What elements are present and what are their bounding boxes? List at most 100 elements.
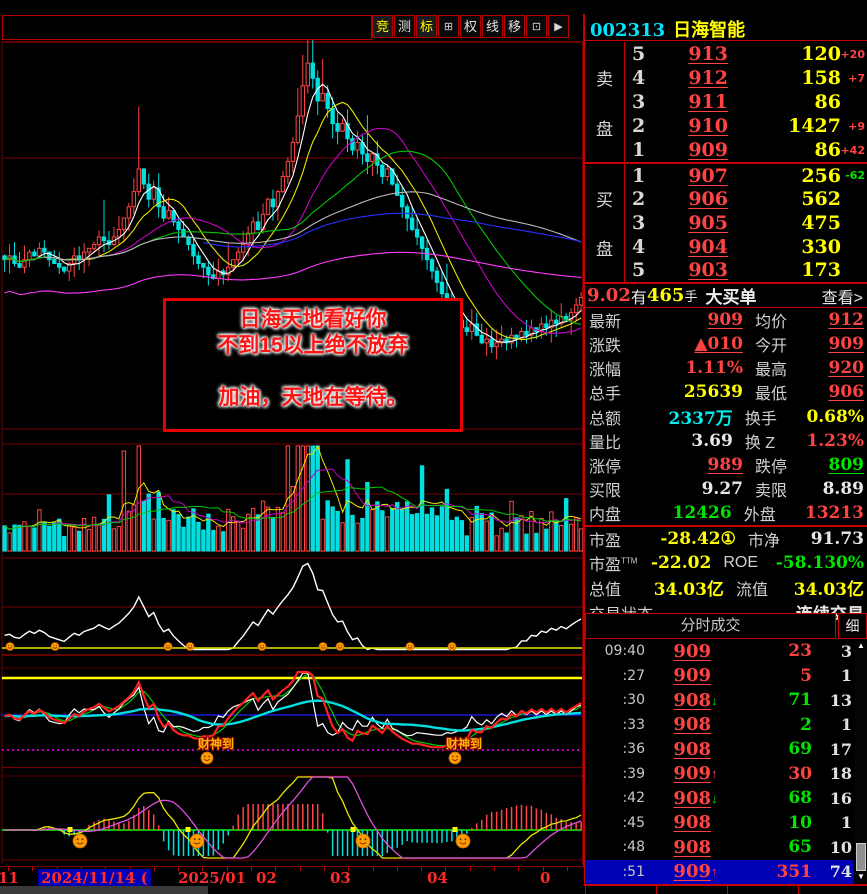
stats-panel: 最新 909 均价 912 涨跌 ▲010 今开 909 涨幅 1.11% 最高 920 总手 25639… (585, 308, 867, 625)
order-book-row[interactable]: 1 909 86 +42 (626, 138, 867, 162)
stock-title: 002313 日海智能 (590, 16, 745, 41)
tape-time: 09:40 (604, 643, 645, 660)
order-book-row[interactable]: 2 910 1427 +9 (626, 114, 867, 138)
kline-chart-area[interactable]: 财神到 财神到 日海天地看好你 不到15以上绝不放弃 加油，天地在等待。 (0, 0, 584, 866)
tape-price: 908 (673, 689, 711, 711)
play-icon[interactable]: ▶ (548, 15, 569, 38)
annotation-line: 不到15以上绝不放弃 (217, 334, 409, 357)
tape-count: 18 (829, 764, 852, 784)
sell-side-label: 卖盘 (585, 42, 625, 162)
kline-chart-svg[interactable]: 财神到 财神到 (0, 0, 584, 866)
stats-row: 涨幅 1.11% 最高 920 (585, 356, 867, 380)
scroll-up-icon[interactable]: ▲ (855, 640, 867, 652)
time-sales-row[interactable]: :48 908 65 10 (585, 835, 854, 860)
level-number: 4 (632, 67, 646, 89)
axis-label: 0 (540, 869, 551, 887)
tape-volume: 2 (800, 714, 812, 735)
btn-mark[interactable]: 标 (416, 15, 437, 38)
tape-count: 1 (840, 715, 852, 735)
stats-row: 涨跌 ▲010 今开 909 (585, 332, 867, 356)
sell-order-book: 卖盘 5 913 120 +20 4 912 158 +7 3 911 86 2 910 1427 +9 1 9… (585, 42, 867, 164)
time-sales-row[interactable]: :42 908 ↓ 68 16 (585, 786, 854, 811)
stat-value: 34.03亿 (653, 580, 724, 600)
tape-time: :39 (622, 765, 645, 782)
big-buy-order-bar: 9.02 有 465 手 大买单 查看> (585, 284, 867, 309)
stat-value: -22.02 (651, 553, 712, 573)
tape-volume: 71 (788, 690, 812, 711)
time-sales-row[interactable]: :27 909 5 1 (585, 664, 854, 689)
btn-rights[interactable]: 权 (460, 15, 481, 38)
level-price: 903 (688, 259, 728, 282)
time-sales-row[interactable]: :36 908 69 17 (585, 737, 854, 762)
bottom-strip-cell (798, 886, 867, 894)
order-book-row[interactable]: 3 905 475 (626, 211, 867, 235)
stat-value: 2337万 (668, 409, 733, 429)
tape-volume: 23 (788, 641, 812, 662)
time-sales-row[interactable]: 09:40 909 23 3 (585, 639, 854, 664)
stat-value: 809 (828, 455, 865, 475)
time-sales-row[interactable]: :30 908 ↓ 71 13 (585, 688, 854, 713)
stats-row: 买限 9.27 卖限 8.89 (585, 477, 867, 501)
axis-tick (323, 867, 325, 871)
tape-count: 3 (840, 641, 852, 661)
stats-row: 量比 3.69 换 Z 1.23% (585, 429, 867, 453)
stat-label: 涨停 (589, 459, 622, 476)
tape-price: 909 (673, 640, 711, 662)
chart-annotation-box[interactable]: 日海天地看好你 不到15以上绝不放弃 加油，天地在等待。 (163, 298, 463, 432)
stat-label: 市净 (747, 533, 780, 550)
tape-detail-button[interactable]: 细 (838, 613, 867, 639)
window-icon[interactable]: ⊡ (526, 15, 547, 38)
stat-label: 卖限 (755, 483, 788, 500)
stat-value: 912 (828, 310, 865, 330)
order-book-row[interactable]: 3 911 86 (626, 90, 867, 114)
stat-label: 流值 (735, 581, 768, 599)
toolbar-empty-field (2, 15, 372, 40)
btn-auction[interactable]: 竞 (372, 15, 393, 38)
stats-row: 内盘 12426 外盘 13213 (585, 501, 867, 527)
stat-label: 总额 (589, 410, 622, 428)
stat-value: 1.23% (806, 431, 864, 451)
view-link[interactable]: 查看> (822, 284, 863, 308)
order-book-row[interactable]: 5 903 173 (626, 258, 867, 282)
order-book-row[interactable]: 1 907 256 -62 (626, 164, 867, 188)
order-book-row[interactable]: 4 912 158 +7 (626, 66, 867, 90)
tape-price: 908 (673, 836, 711, 858)
arrow-down-icon: ↓ (711, 790, 718, 806)
btn-move[interactable]: 移 (504, 15, 525, 38)
btn-lines[interactable]: 线 (482, 15, 503, 38)
order-book-row[interactable]: 4 904 330 (626, 235, 867, 259)
btn-measure[interactable]: 测 (394, 15, 415, 38)
tape-price: 908 (673, 787, 711, 809)
tape-scrollbar[interactable]: ▲ ▼ (855, 640, 867, 883)
time-sales-row[interactable]: :33 908 2 1 (585, 713, 854, 738)
scroll-down-icon[interactable]: ▼ (855, 871, 867, 883)
time-sales-row[interactable]: :45 908 10 1 (585, 811, 854, 836)
grid-icon[interactable]: ⊞ (438, 15, 459, 38)
level-number: 4 (632, 235, 646, 258)
level-price: 910 (688, 115, 728, 137)
time-sales-row[interactable]: :39 909 ↑ 30 18 (585, 762, 854, 787)
level-number: 1 (632, 139, 646, 161)
scroll-thumb[interactable] (856, 843, 866, 871)
order-book-row[interactable]: 2 906 562 (626, 188, 867, 212)
tape-count: 74 (829, 862, 852, 882)
level-price: 911 (688, 91, 728, 113)
axis-tick (421, 867, 423, 871)
stat-label: 买限 (589, 483, 622, 500)
level-volume: 1427 (788, 115, 841, 137)
stats-row: 市盈TTM -22.02 ROE -58.130% (585, 551, 867, 575)
tape-count: 10 (829, 837, 852, 857)
stat-label: ROE (723, 554, 758, 571)
axis-tick (372, 867, 374, 871)
time-sales-row[interactable]: :51 909 ↑ 351 74 (585, 859, 854, 884)
axis-label: 03 (330, 869, 351, 887)
big-order-label: 大买单 (705, 288, 757, 307)
tape-header: 分时成交 (585, 613, 836, 639)
time-sales-list: 09:40 909 23 3:27 909 5 1:30 908 ↓ 71 13:33 908 2 1:3… (585, 639, 867, 886)
level-delta: +42 (840, 143, 865, 157)
axis-tick (153, 867, 155, 871)
order-book-row[interactable]: 5 913 120 +20 (626, 42, 867, 66)
stat-value: 34.03亿 (793, 580, 864, 600)
level-price: 913 (688, 43, 728, 65)
stat-value: 920 (828, 358, 865, 378)
